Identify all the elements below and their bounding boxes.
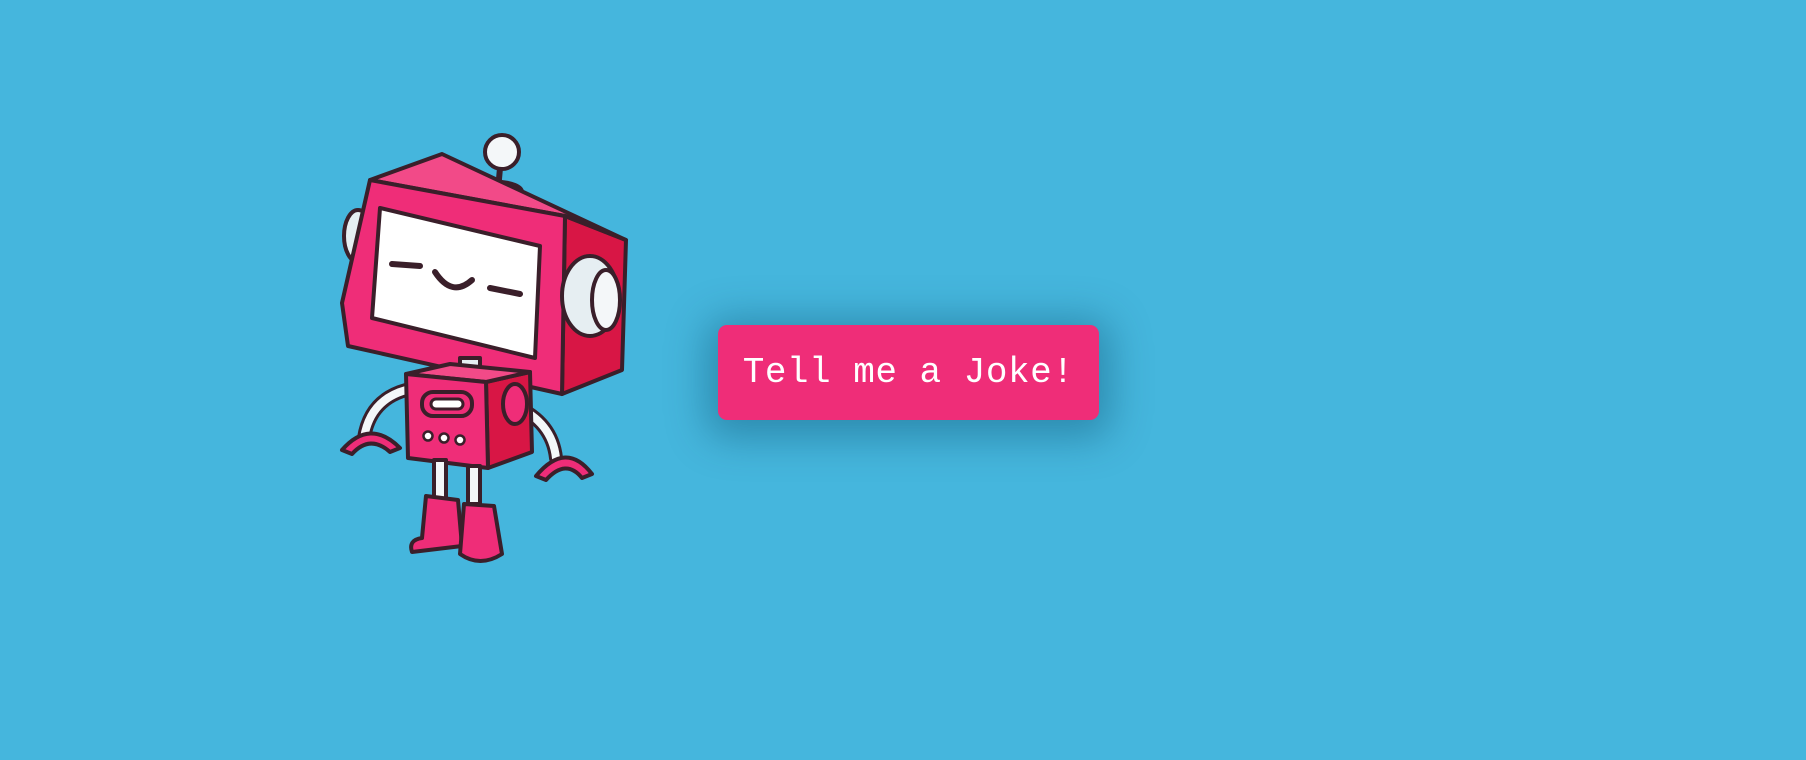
page-stage: Tell me a Joke! — [0, 0, 1806, 760]
tell-joke-button[interactable]: Tell me a Joke! — [718, 325, 1099, 420]
robot-icon — [340, 133, 628, 563]
robot-mascot — [330, 128, 630, 588]
